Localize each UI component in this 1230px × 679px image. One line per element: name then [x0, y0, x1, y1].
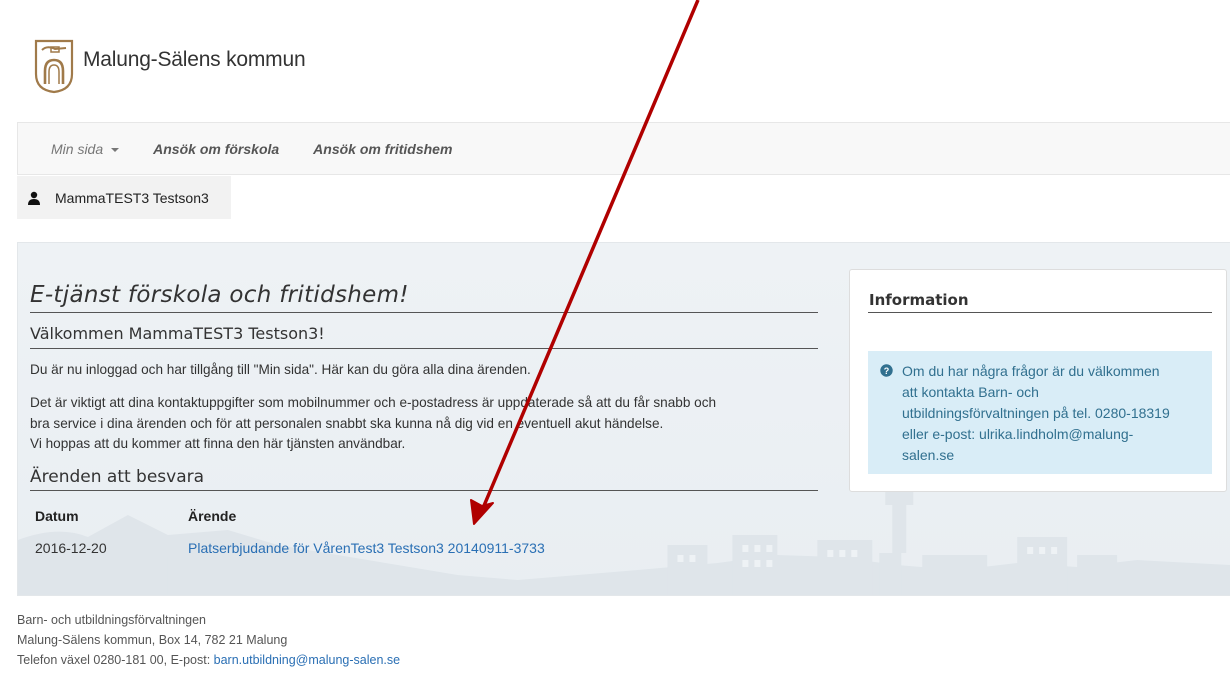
nav-min-sida-label: Min sida [51, 140, 104, 157]
footer-line2: Malung-Sälens kommun, Box 14, 782 21 Mal… [17, 633, 288, 647]
svg-text:?: ? [884, 366, 890, 376]
footer-line1: Barn- och utbildningsförvaltningen [17, 613, 207, 627]
page-title: E-tjänst förskola och fritidshem! [30, 282, 409, 308]
info-text-line1: Om du har några frågor är du välkommen [902, 363, 1160, 379]
main-navbar: Min sida Ansök om förskola Ansök om frit… [17, 122, 1230, 175]
contact-info-text-line2: bra service i dina ärenden och för att p… [30, 416, 664, 431]
user-name: MammaTEST3 Testson3 [55, 189, 209, 206]
info-text-line5: salen.se [902, 447, 955, 463]
table-header-datum: Datum [35, 508, 79, 524]
nav-ansok-fritidshem[interactable]: Ansök om fritidshem [296, 141, 469, 157]
information-panel: Information ? Om du har några frågor är … [849, 269, 1227, 492]
welcome-heading: Välkommen MammaTEST3 Testson3! [30, 324, 325, 343]
footer: Barn- och utbildningsförvaltningen Malun… [17, 610, 400, 670]
arenden-heading: Ärenden att besvara [30, 467, 205, 487]
contact-info-text-line1: Det är viktigt att dina kontaktuppgifter… [30, 395, 717, 410]
footer-line3: Telefon växel 0280-181 00, E-post: barn.… [17, 650, 400, 670]
information-title: Information [869, 291, 969, 309]
table-header-arende: Ärende [188, 508, 237, 524]
caret-down-icon [111, 147, 120, 152]
nav-min-sida-dropdown[interactable]: Min sida [18, 141, 136, 157]
user-icon [28, 191, 40, 205]
logo-emblem-icon [34, 39, 74, 94]
logo-text: Malung-Sälens kommun [83, 48, 306, 71]
contact-info-text-line3: Vi hoppas att du kommer att finna den hä… [30, 436, 406, 451]
table-cell-datum: 2016-12-20 [35, 540, 107, 556]
information-alert: ? Om du har några frågor är du välkommen… [868, 351, 1212, 474]
footer-phone-text: Telefon växel 0280-181 00, E-post: [17, 653, 214, 667]
arende-link[interactable]: Platserbjudande för VårenTest3 Testson3 … [188, 540, 545, 556]
arenden-divider [30, 490, 818, 491]
nav-ansok-forskola[interactable]: Ansök om förskola [136, 141, 296, 157]
info-text-line2: att kontakta Barn- och [902, 384, 1039, 400]
info-text-line3: utbildningsförvaltningen på tel. 0280-18… [902, 405, 1170, 421]
footer-email-link[interactable]: barn.utbildning@malung-salen.se [214, 653, 400, 667]
welcome-divider [30, 348, 818, 349]
title-divider [30, 312, 818, 313]
intro-text: Du är nu inloggad och har tillgång till … [30, 362, 531, 377]
info-text-line4: eller e-post: ulrika.lindholm@malung- [902, 426, 1134, 442]
question-icon: ? [880, 364, 893, 377]
site-logo[interactable]: Malung-Sälens kommun [33, 36, 306, 96]
logged-in-user: MammaTEST3 Testson3 [17, 176, 231, 219]
information-divider [868, 312, 1212, 313]
